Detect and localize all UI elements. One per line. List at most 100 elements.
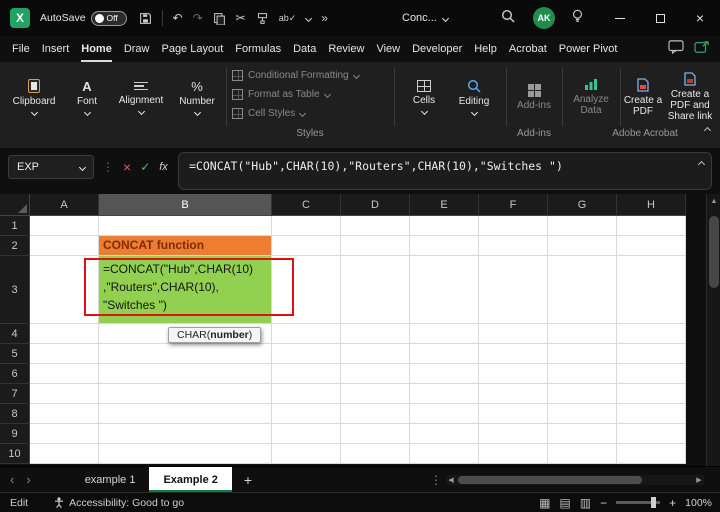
add-sheet-button[interactable]: +	[232, 467, 264, 492]
accessibility-status[interactable]: Accessibility: Good to go	[54, 497, 184, 509]
row-header-10[interactable]: 10	[0, 444, 30, 464]
button-format-as-table[interactable]: Format as Table	[232, 87, 388, 102]
cell-C10[interactable]	[272, 444, 341, 464]
scroll-left-icon[interactable]: ◀	[446, 476, 456, 484]
cell-F10[interactable]	[479, 444, 548, 464]
minimize-button[interactable]	[600, 0, 640, 36]
cell-G5[interactable]	[548, 344, 617, 364]
cell-A8[interactable]	[30, 404, 99, 424]
cell-D7[interactable]	[341, 384, 410, 404]
cell-G10[interactable]	[548, 444, 617, 464]
cell-H3[interactable]	[617, 256, 686, 324]
cell-D1[interactable]	[341, 216, 410, 236]
cell-E9[interactable]	[410, 424, 479, 444]
zoom-slider-thumb[interactable]	[651, 497, 656, 508]
prev-sheet-icon[interactable]: ‹	[10, 472, 14, 487]
tab-help[interactable]: Help	[474, 36, 497, 62]
clipboard-group-button[interactable]: Clipboard	[8, 66, 60, 128]
autosave-control[interactable]: AutoSave Off	[40, 11, 127, 26]
cell-C3[interactable]	[272, 256, 341, 324]
cell-G3[interactable]	[548, 256, 617, 324]
cell-C9[interactable]	[272, 424, 341, 444]
cell-G4[interactable]	[548, 324, 617, 344]
formula-input[interactable]: =CONCAT("Hub",CHAR(10),"Routers",CHAR(10…	[178, 152, 712, 190]
cell-H1[interactable]	[617, 216, 686, 236]
undo-icon[interactable]: ↶	[173, 11, 183, 25]
confirm-entry-icon[interactable]: ✓	[140, 160, 150, 174]
vertical-scrollbar[interactable]: ▲	[706, 194, 720, 466]
number-group-button[interactable]: % Number	[174, 66, 220, 128]
select-all-corner[interactable]	[0, 194, 30, 216]
cell-F7[interactable]	[479, 384, 548, 404]
cell-F1[interactable]	[479, 216, 548, 236]
cell-E3[interactable]	[410, 256, 479, 324]
cell-B8[interactable]	[99, 404, 272, 424]
cell-F6[interactable]	[479, 364, 548, 384]
cell-C6[interactable]	[272, 364, 341, 384]
autosave-toggle[interactable]: Off	[91, 11, 127, 26]
copy-icon[interactable]	[213, 12, 226, 25]
row-header-7[interactable]: 7	[0, 384, 30, 404]
collapse-ribbon-icon[interactable]	[704, 127, 711, 134]
tab-formulas[interactable]: Formulas	[235, 36, 281, 62]
cell-G2[interactable]	[548, 236, 617, 256]
cell-F2[interactable]	[479, 236, 548, 256]
cell-A4[interactable]	[30, 324, 99, 344]
horizontal-scroll-thumb[interactable]	[458, 476, 642, 484]
create-pdf-share-button[interactable]: Create a PDF and Share link	[662, 66, 718, 128]
cell-A1[interactable]	[30, 216, 99, 236]
tab-review[interactable]: Review	[328, 36, 364, 62]
cell-D2[interactable]	[341, 236, 410, 256]
tab-home[interactable]: Home	[81, 36, 112, 62]
cell-H6[interactable]	[617, 364, 686, 384]
col-header-C[interactable]: C	[272, 194, 341, 216]
editing-group-button[interactable]: Editing	[450, 66, 498, 128]
row-header-1[interactable]: 1	[0, 216, 30, 236]
create-pdf-button[interactable]: Create a PDF	[622, 66, 664, 128]
cell-E8[interactable]	[410, 404, 479, 424]
cancel-entry-icon[interactable]: ×	[123, 159, 131, 175]
cell-B3[interactable]: =CONCAT("Hub",CHAR(10),"Routers",CHAR(10…	[99, 256, 272, 324]
col-header-A[interactable]: A	[30, 194, 99, 216]
cell-A2[interactable]	[30, 236, 99, 256]
cell-B10[interactable]	[99, 444, 272, 464]
normal-view-icon[interactable]: ▦	[539, 496, 550, 510]
vertical-scroll-thumb[interactable]	[709, 216, 719, 288]
horizontal-scrollbar[interactable]: ◀ ▶	[446, 475, 704, 485]
cell-G6[interactable]	[548, 364, 617, 384]
avatar[interactable]: AK	[533, 7, 555, 29]
cell-A5[interactable]	[30, 344, 99, 364]
document-title-button[interactable]: Conc...	[402, 0, 448, 36]
cell-B5[interactable]	[99, 344, 272, 364]
cell-H10[interactable]	[617, 444, 686, 464]
cell-D3[interactable]	[341, 256, 410, 324]
scroll-right-icon[interactable]: ▶	[694, 476, 704, 484]
save-icon[interactable]	[139, 12, 152, 25]
cell-E4[interactable]	[410, 324, 479, 344]
cell-C8[interactable]	[272, 404, 341, 424]
button-cell-styles[interactable]: Cell Styles	[232, 106, 388, 121]
col-header-E[interactable]: E	[410, 194, 479, 216]
tab-file[interactable]: File	[12, 36, 30, 62]
cut-icon[interactable]: ✂	[236, 11, 246, 25]
col-header-G[interactable]: G	[548, 194, 617, 216]
cell-A7[interactable]	[30, 384, 99, 404]
cell-D8[interactable]	[341, 404, 410, 424]
zoom-out-icon[interactable]: −	[600, 496, 607, 510]
tab-power-pivot[interactable]: Power Pivot	[559, 36, 618, 62]
zoom-level[interactable]: 100%	[685, 497, 712, 509]
cell-C2[interactable]	[272, 236, 341, 256]
page-layout-view-icon[interactable]: ▤	[559, 496, 570, 510]
tab-draw[interactable]: Draw	[124, 36, 150, 62]
row-header-8[interactable]: 8	[0, 404, 30, 424]
redo-icon[interactable]: ↷	[193, 11, 203, 25]
cell-A9[interactable]	[30, 424, 99, 444]
cell-A6[interactable]	[30, 364, 99, 384]
cell-E10[interactable]	[410, 444, 479, 464]
sheet-tab-example-1[interactable]: example 1	[71, 467, 150, 492]
cell-B9[interactable]	[99, 424, 272, 444]
col-header-F[interactable]: F	[479, 194, 548, 216]
cell-G9[interactable]	[548, 424, 617, 444]
maximize-button[interactable]	[640, 0, 680, 36]
name-box[interactable]: EXP	[8, 155, 94, 179]
